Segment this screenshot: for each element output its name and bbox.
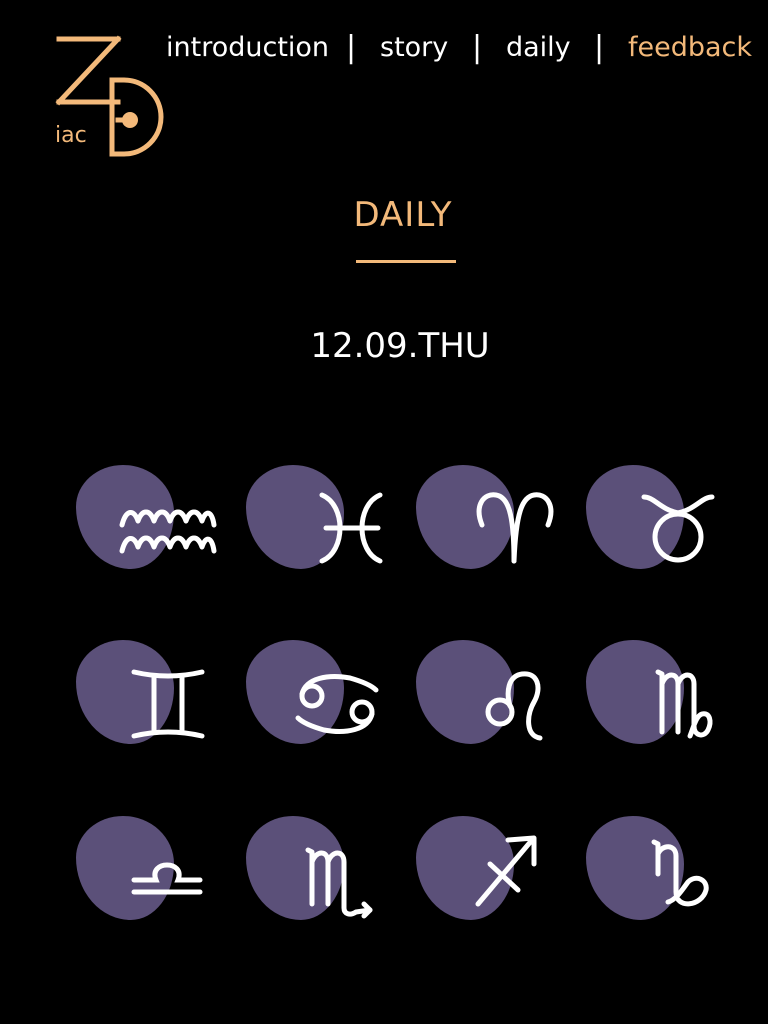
sign-scorpio[interactable] [246, 816, 396, 926]
nav-separator: | [472, 30, 483, 65]
sign-pisces[interactable] [246, 465, 396, 575]
libra-icon [131, 862, 203, 895]
sagittarius-icon [475, 835, 537, 907]
gemini-icon [131, 669, 205, 739]
sign-sagittarius[interactable] [416, 816, 566, 926]
scorpio-icon [305, 847, 373, 919]
page-title: DAILY [353, 195, 453, 235]
pisces-icon [319, 492, 383, 564]
nav-daily[interactable]: daily [506, 28, 571, 68]
aries-icon [476, 492, 554, 564]
main-nav: introduction | story | daily | feedback [166, 28, 756, 68]
taurus-icon [641, 494, 715, 563]
nav-separator: | [594, 30, 605, 65]
sign-aries[interactable] [416, 465, 566, 575]
aquarius-icon [119, 509, 217, 554]
nav-feedback[interactable]: feedback [628, 28, 752, 68]
sign-gemini[interactable] [76, 640, 226, 750]
title-underline [356, 260, 456, 263]
date-label: 12.09.THU [310, 326, 490, 366]
virgo-icon [655, 669, 713, 739]
capricorn-icon [651, 839, 709, 907]
sign-cancer[interactable] [246, 640, 396, 750]
sign-capricorn[interactable] [586, 816, 736, 926]
cancer-icon [295, 674, 379, 734]
nav-introduction[interactable]: introduction [166, 28, 329, 68]
nav-separator: | [346, 30, 357, 65]
leo-icon [485, 671, 543, 741]
logo-subtext: iac [55, 123, 87, 148]
sign-virgo[interactable] [586, 640, 736, 750]
sign-libra[interactable] [76, 816, 226, 926]
nav-story[interactable]: story [380, 28, 448, 68]
page: iac introduction | story | daily | feedb… [0, 0, 768, 1024]
sign-leo[interactable] [416, 640, 566, 750]
sign-aquarius[interactable] [76, 465, 226, 575]
sign-taurus[interactable] [586, 465, 736, 575]
site-logo[interactable]: iac [52, 34, 170, 164]
